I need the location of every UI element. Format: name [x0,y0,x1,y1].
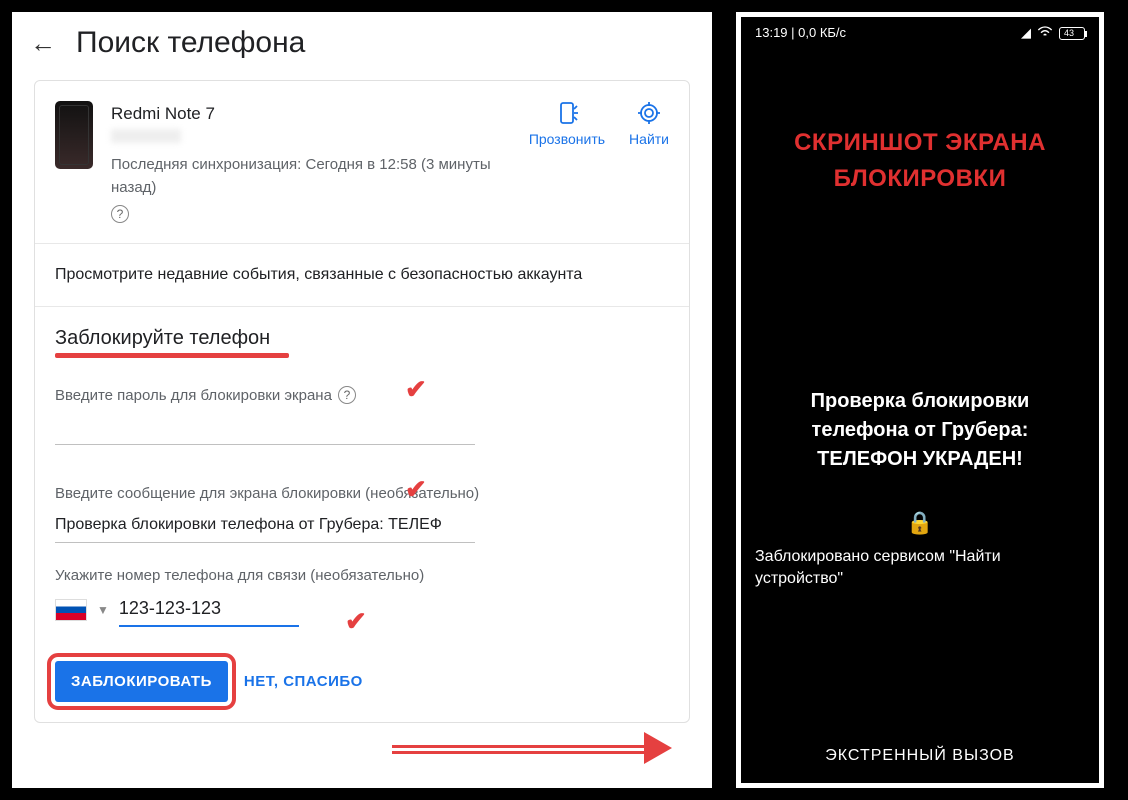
emergency-call-button[interactable]: ЭКСТРЕННЫЙ ВЫЗОВ [825,747,1014,765]
help-icon[interactable]: ? [111,205,129,223]
lockscreen-message: Проверка блокировки телефона от Грубера:… [811,387,1030,474]
password-label: Введите пароль для блокировки экрана ? [55,386,669,404]
find-icon [637,101,661,125]
phone-input[interactable] [119,592,299,627]
annotation-check-icon: ✔ [405,374,427,405]
status-bar: 13:19 | 0,0 КБ/с ◢ 43 [755,25,1085,41]
device-info: Redmi Note 7 Последняя синхронизация: Се… [111,101,511,223]
no-thanks-button[interactable]: НЕТ, СПАСИБО [244,673,363,690]
lock-icon: 🔒 [906,510,933,536]
phone-label: Укажите номер телефона для связи (необяз… [55,567,669,584]
find-phone-panel: ← Поиск телефона Redmi Note 7 Последняя … [12,12,712,788]
battery-icon: 43 [1059,27,1085,40]
lock-button[interactable]: ЗАБЛОКИРОВАТЬ [55,661,228,702]
annotation-check-icon: ✔ [345,606,367,637]
ring-action[interactable]: Прозвонить [529,101,605,147]
ring-icon [555,101,579,125]
page-title: Поиск телефона [76,26,305,60]
device-thumbnail-icon [55,101,93,169]
ring-label: Прозвонить [529,131,605,147]
lockscreen-screenshot: 13:19 | 0,0 КБ/с ◢ 43 СКРИНШОТ ЭКРАНА БЛ… [736,12,1104,788]
back-arrow-icon[interactable]: ← [30,28,56,59]
find-action[interactable]: Найти [629,101,669,147]
device-actions: Прозвонить Найти [529,101,669,147]
status-left: 13:19 | 0,0 КБ/с [755,25,846,41]
chevron-down-icon[interactable]: ▼ [97,603,109,617]
locked-by-text: Заблокировано сервисом "Найти устройство… [755,546,1085,591]
sync-text: Последняя синхронизация: Сегодня в 12:58… [111,154,511,199]
signal-icon: ◢ [1021,25,1031,41]
device-name: Redmi Note 7 [111,101,511,127]
main-card: Redmi Note 7 Последняя синхронизация: Се… [34,80,690,723]
lock-section-title-text: Заблокируйте телефон [55,327,270,349]
annotation-title: СКРИНШОТ ЭКРАНА БЛОКИРОВКИ [794,125,1046,197]
lock-section-title: Заблокируйте телефон [35,307,689,356]
device-row: Redmi Note 7 Последняя синхронизация: Се… [35,81,689,244]
button-row: ЗАБЛОКИРОВАТЬ НЕТ, СПАСИБО [35,647,689,722]
message-label: Введите сообщение для экрана блокировки … [55,485,669,502]
find-label: Найти [629,131,669,147]
security-notice[interactable]: Просмотрите недавние события, связанные … [35,244,689,307]
wifi-icon [1037,26,1053,41]
lock-form: Введите пароль для блокировки экрана ? ✔… [35,356,689,647]
header: ← Поиск телефона [12,12,712,80]
help-icon[interactable]: ? [338,386,356,404]
annotation-arrow-icon [392,738,672,758]
status-right: ◢ 43 [1021,25,1085,41]
blurred-account [111,129,181,143]
sync-line: Последняя синхронизация: Сегодня в 12:58… [111,154,511,223]
message-input[interactable] [55,508,475,543]
annotation-check-icon: ✔ [405,474,427,505]
password-input[interactable] [55,410,475,445]
flag-ru-icon[interactable] [55,599,87,621]
